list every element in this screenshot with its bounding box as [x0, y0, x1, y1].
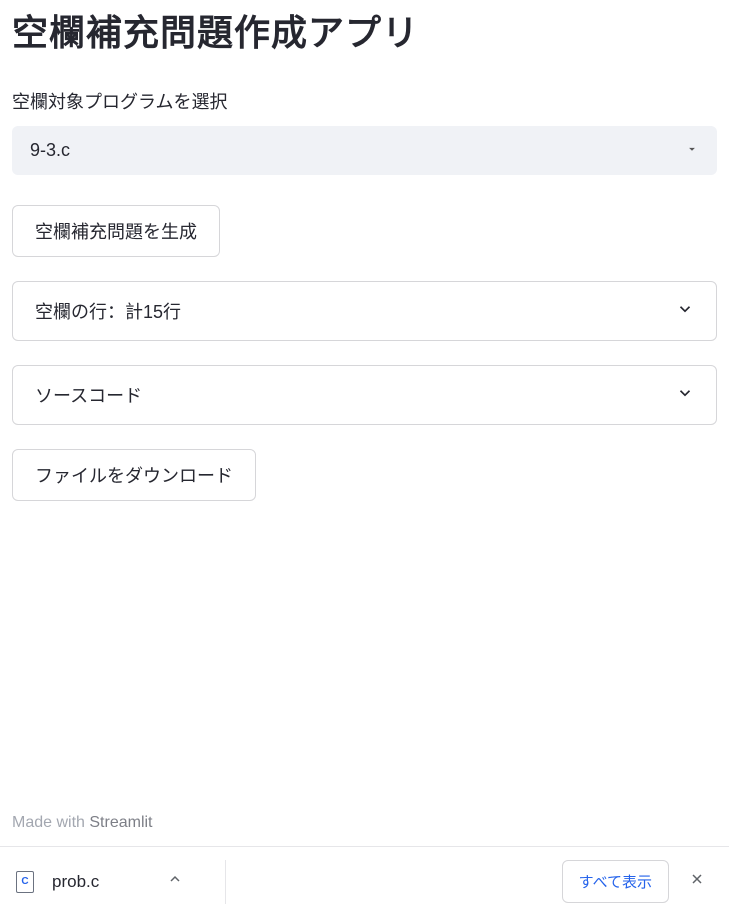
close-download-bar-button[interactable] — [681, 863, 713, 900]
divider — [225, 860, 226, 904]
footer-made-with: Made with — [12, 814, 89, 831]
expander-blank-lines-label: 空欄の行：計15行 — [35, 298, 181, 324]
expander-blank-lines[interactable]: 空欄の行：計15行 — [12, 281, 717, 341]
expander-source-code-label: ソースコード — [35, 382, 142, 408]
footer: Made with Streamlit — [0, 804, 729, 846]
program-select[interactable]: 9-3.c — [12, 126, 717, 175]
close-icon — [689, 871, 705, 887]
footer-brand: Streamlit — [89, 814, 152, 831]
download-bar: C prob.c すべて表示 — [0, 846, 729, 916]
download-file-button[interactable]: ファイルをダウンロード — [12, 449, 256, 501]
chevron-up-icon[interactable] — [117, 871, 183, 892]
expander-source-code[interactable]: ソースコード — [12, 365, 717, 425]
generate-button[interactable]: 空欄補充問題を生成 — [12, 205, 220, 257]
chevron-down-icon — [676, 300, 694, 323]
page-title: 空欄補充問題作成アプリ — [12, 4, 717, 56]
select-label: 空欄対象プログラムを選択 — [12, 88, 717, 114]
dropdown-arrow-icon — [685, 140, 699, 161]
file-c-icon: C — [16, 871, 34, 893]
download-item[interactable]: C prob.c — [16, 871, 207, 893]
download-file-name: prob.c — [52, 872, 99, 892]
select-value: 9-3.c — [30, 140, 70, 161]
show-all-button[interactable]: すべて表示 — [562, 860, 669, 903]
chevron-down-icon — [676, 384, 694, 407]
